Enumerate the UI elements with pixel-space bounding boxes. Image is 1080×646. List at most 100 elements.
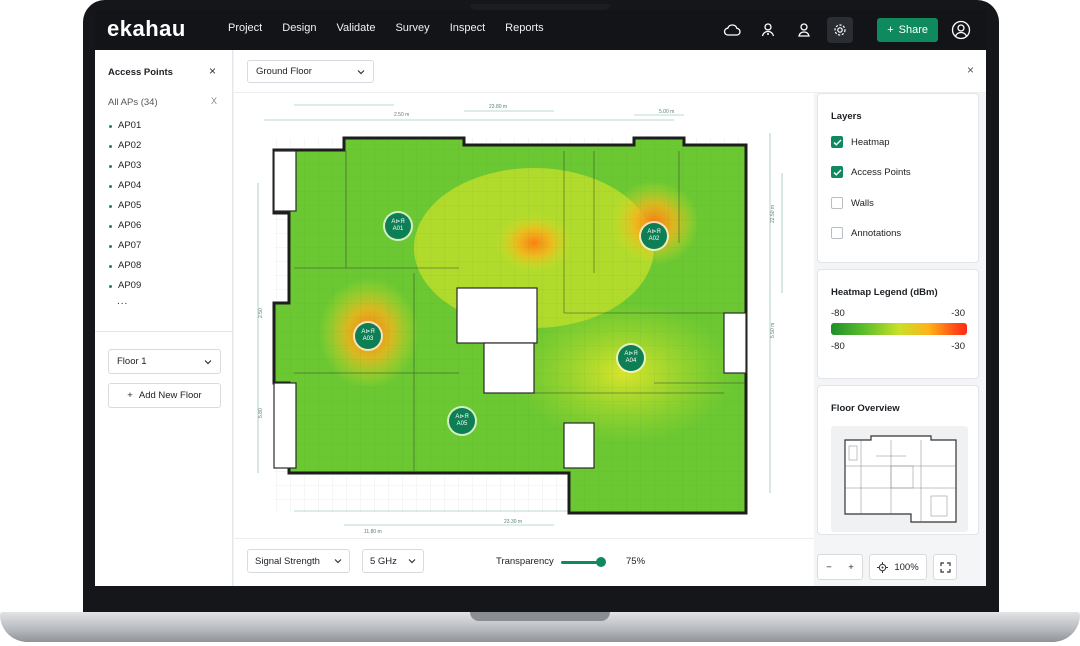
top-navigation-bar: ekahau Project Design Validate Survey In…	[95, 10, 986, 50]
dim-left-a: 2.50	[258, 308, 264, 318]
app-screen: ekahau Project Design Validate Survey In…	[95, 10, 986, 586]
locate-crosshair-icon[interactable]	[877, 561, 889, 573]
ap-list-item[interactable]: AP02	[109, 136, 141, 156]
ap-pin-a01[interactable]: A⊳Я A01	[385, 213, 411, 239]
dim-bottom-b: 23.30 m	[504, 519, 522, 525]
band-select-value: 5 GHz	[370, 555, 397, 567]
dim-right-a: 22.50 m	[770, 205, 776, 223]
ap-pin-label: A02	[648, 236, 660, 242]
floorplan-heatmap-svg[interactable]: 2.50 m 23.80 m 5.00 m 11.80 m 23.30 m 22…	[234, 93, 814, 538]
checkbox-checked-icon[interactable]	[831, 136, 843, 148]
layer-label: Walls	[851, 197, 874, 209]
ap-name: AP07	[118, 240, 142, 251]
ap-name: AP09	[118, 280, 142, 291]
legend-max-top: -30	[951, 308, 965, 319]
account-avatar-icon[interactable]	[948, 17, 974, 43]
zoom-in-button[interactable]: +	[840, 562, 862, 573]
share-label: Share	[898, 24, 928, 36]
cloud-icon[interactable]	[719, 17, 745, 43]
transparency-slider-thumb[interactable]	[596, 557, 606, 567]
transparency-slider-track[interactable]	[561, 561, 601, 564]
checkbox-unchecked-icon[interactable]	[831, 197, 843, 209]
ap-name: AP08	[118, 260, 142, 271]
zoom-out-button[interactable]: −	[818, 562, 840, 573]
zoom-level-control[interactable]: 100%	[869, 554, 927, 580]
signal-select-value: Signal Strength	[255, 555, 320, 567]
ground-floor-select[interactable]: Ground Floor	[247, 60, 374, 83]
floor-select[interactable]: Floor 1	[108, 349, 221, 374]
floor-overview-card: Floor Overview	[817, 385, 979, 535]
signal-strength-select[interactable]: Signal Strength	[247, 549, 350, 573]
user-network-icon[interactable]	[755, 17, 781, 43]
layer-walls-toggle[interactable]: Walls	[831, 197, 874, 209]
checkbox-unchecked-icon[interactable]	[831, 227, 843, 239]
floorplan-map[interactable]: 2.50 m 23.80 m 5.00 m 11.80 m 23.30 m 22…	[234, 93, 814, 538]
ap-list-item[interactable]: AP04	[109, 176, 141, 196]
ap-list-item[interactable]: AP06	[109, 216, 141, 236]
ap-name: AP05	[118, 200, 142, 211]
chevron-down-icon	[408, 559, 416, 564]
nav-validate[interactable]: Validate	[337, 22, 376, 34]
add-new-floor-button[interactable]: + Add New Floor	[108, 383, 221, 408]
ap-name: AP04	[118, 180, 142, 191]
checkbox-checked-icon[interactable]	[831, 166, 843, 178]
layer-heatmap-toggle[interactable]: Heatmap	[831, 136, 890, 148]
band-select[interactable]: 5 GHz	[362, 549, 424, 573]
ap-pin-a03[interactable]: A⊳Я A03	[355, 323, 381, 349]
ap-list-item[interactable]: AP07	[109, 236, 141, 256]
ap-name: AP03	[118, 160, 142, 171]
dim-right-b: 5.50 m	[770, 323, 776, 338]
ap-pin-label-top: A⊳Я	[361, 329, 375, 335]
ap-dot-icon	[109, 184, 112, 188]
chevron-down-icon	[204, 359, 212, 364]
clear-filter-icon[interactable]: X	[211, 96, 217, 106]
ap-pin-label: A05	[456, 421, 468, 427]
layer-access-points-toggle[interactable]: Access Points	[831, 166, 911, 178]
legend-title: Heatmap Legend (dBm)	[831, 287, 938, 298]
heatmap-legend-card: Heatmap Legend (dBm) -80 -30 -80 -30	[817, 269, 979, 379]
ap-pin-a05[interactable]: A⊳Я A05	[449, 408, 475, 434]
right-sidebar: Layers Heatmap Access Points Walls Annot…	[814, 93, 986, 586]
layer-label: Annotations	[851, 227, 902, 239]
ap-pin-label: A04	[625, 358, 637, 364]
ap-pin-label: A01	[392, 226, 404, 232]
close-panel-icon[interactable]: ×	[209, 64, 216, 78]
settings-gear-icon[interactable]	[827, 17, 854, 43]
dim-top-b: 23.80 m	[489, 104, 507, 110]
ap-pin-label-top: A⊳Я	[647, 229, 661, 235]
fullscreen-button[interactable]	[933, 554, 957, 580]
layers-card: Layers Heatmap Access Points Walls Annot…	[817, 93, 979, 263]
room-west-upper	[273, 150, 297, 212]
dim-bottom-a: 11.80 m	[364, 529, 382, 535]
ekahau-logo[interactable]: ekahau	[107, 16, 186, 42]
ap-pin-a04[interactable]: A⊳Я A04	[618, 345, 644, 371]
ap-dot-icon	[109, 284, 112, 288]
ap-list-item[interactable]: AP05	[109, 196, 141, 216]
dim-top-a: 2.50 m	[394, 112, 409, 118]
ap-list-item[interactable]: AP09	[109, 276, 141, 296]
layer-label: Heatmap	[851, 136, 890, 148]
nav-design[interactable]: Design	[282, 22, 316, 34]
share-button[interactable]: + Share	[877, 18, 938, 42]
more-aps-ellipsis[interactable]: ...	[117, 296, 128, 307]
all-aps-filter[interactable]: All APs (34)	[108, 97, 158, 108]
ap-list-item[interactable]: AP08	[109, 256, 141, 276]
layer-annotations-toggle[interactable]: Annotations	[831, 227, 901, 239]
floor-overview-minimap[interactable]	[831, 426, 968, 532]
nav-inspect[interactable]: Inspect	[450, 22, 485, 34]
ap-list-item[interactable]: AP01	[109, 116, 141, 136]
zoom-controls: − + 100%	[817, 554, 965, 580]
nav-reports[interactable]: Reports	[505, 22, 544, 34]
team-icon[interactable]	[791, 17, 817, 43]
ap-dot-icon	[109, 204, 112, 208]
zoom-level-value: 100%	[894, 561, 919, 573]
close-workspace-icon[interactable]: ×	[967, 63, 974, 77]
ap-pin-a02[interactable]: A⊳Я A02	[641, 223, 667, 249]
ap-pin-label: A03	[362, 336, 374, 342]
nav-project[interactable]: Project	[228, 22, 262, 34]
room-west-lower	[273, 382, 297, 469]
layers-title: Layers	[831, 111, 862, 122]
chevron-down-icon	[357, 69, 365, 74]
ap-list-item[interactable]: AP03	[109, 156, 141, 176]
nav-survey[interactable]: Survey	[395, 22, 429, 34]
